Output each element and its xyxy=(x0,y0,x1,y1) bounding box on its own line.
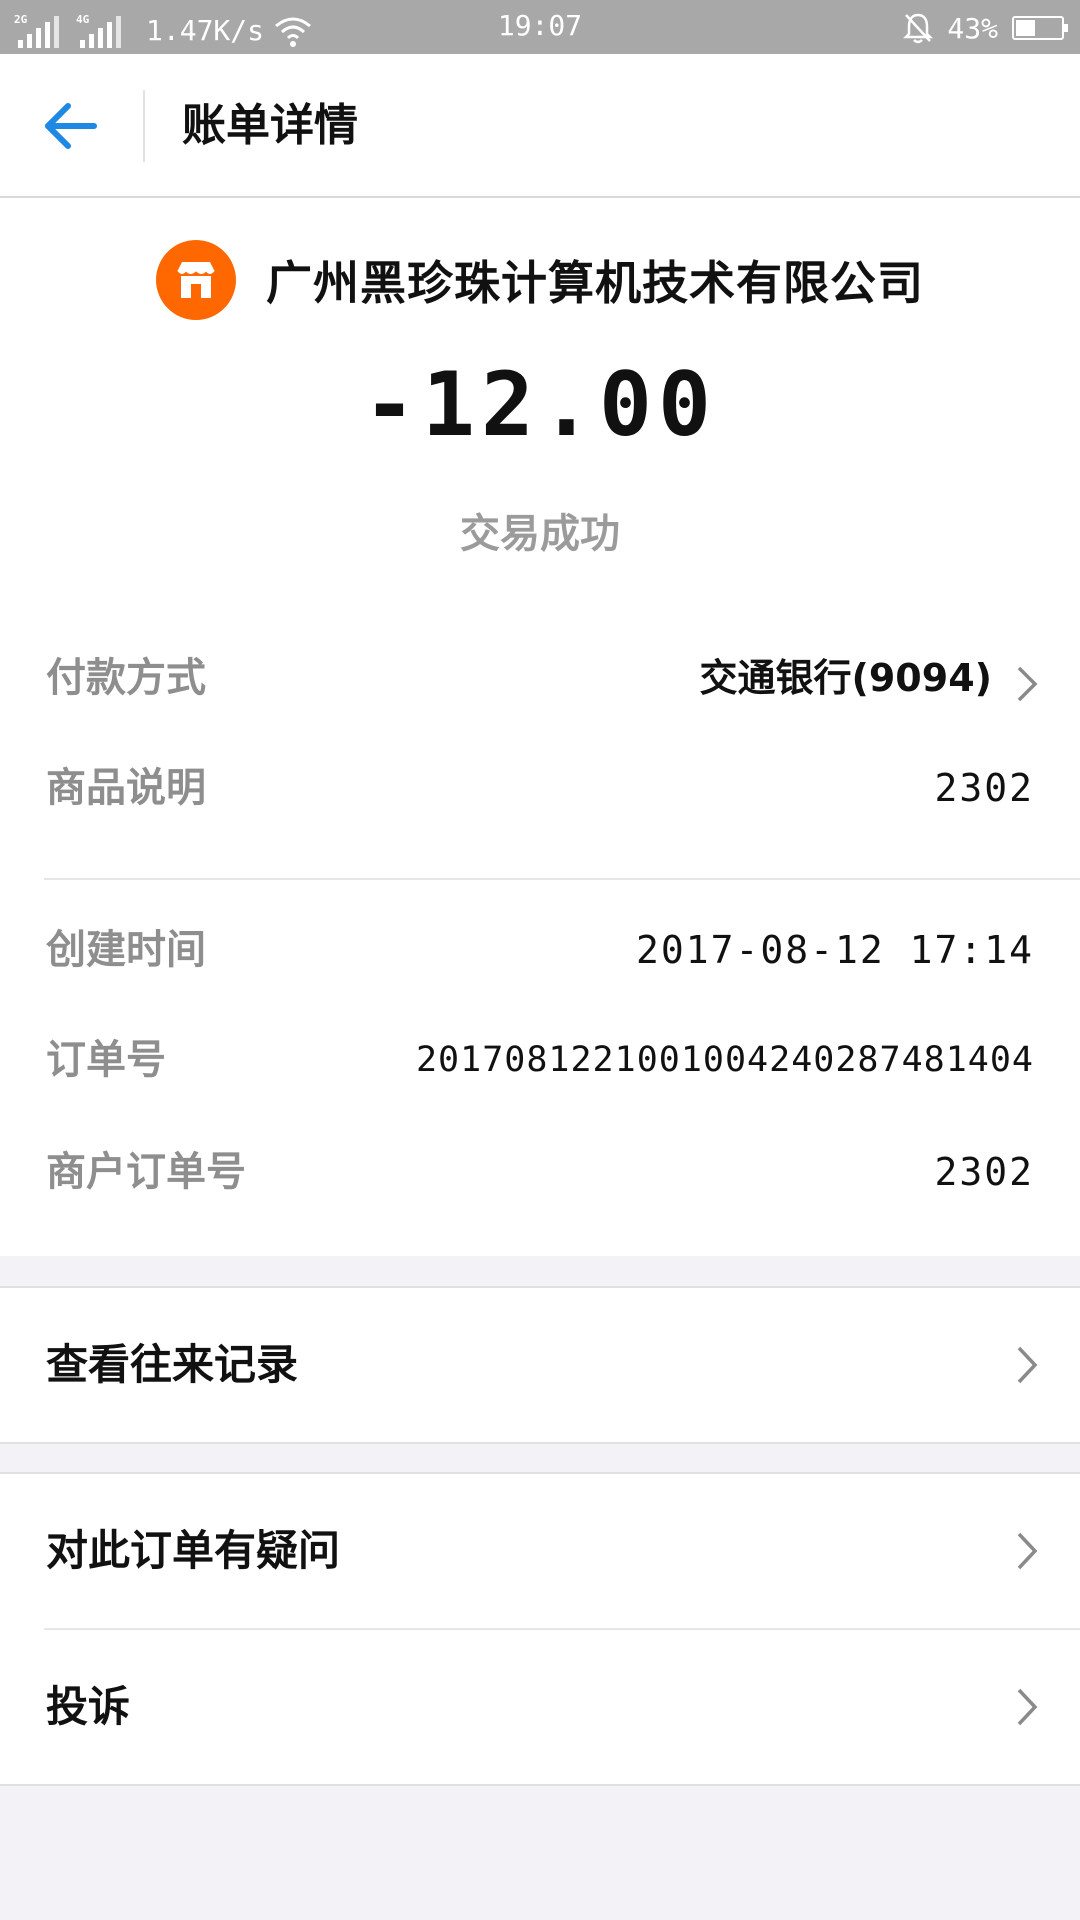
payment-method-row[interactable]: 付款方式 交通银行(9094) xyxy=(0,638,1080,718)
payment-method-value: 交通银行(9094) xyxy=(699,656,993,700)
chevron-right-icon xyxy=(1017,666,1038,702)
header-divider xyxy=(143,90,145,162)
goods-description-label: 商品说明 xyxy=(46,765,206,811)
status-bar: 2G 4G 1.47K/s 19:07 43% xyxy=(0,0,1080,54)
merchant-header: 广州黑珍珠计算机技术有限公司 xyxy=(0,240,1080,320)
goods-description-row: 商品说明 2302 xyxy=(0,748,1080,828)
created-time-row: 创建时间 2017-08-12 17:14 xyxy=(0,910,1080,990)
order-number-label: 订单号 xyxy=(46,1037,166,1083)
support-section: 对此订单有疑问 投诉 xyxy=(0,1472,1080,1786)
view-history-button[interactable]: 查看往来记录 xyxy=(0,1288,1080,1442)
created-time-value: 2017-08-12 17:14 xyxy=(635,928,1034,972)
details-divider xyxy=(44,878,1080,880)
order-number-value: 2017081221001004240287481404 xyxy=(415,1040,1034,1080)
bill-summary: 广州黑珍珠计算机技术有限公司 -12.00 交易成功 付款方式 交通银行(909… xyxy=(0,198,1080,1256)
transaction-amount: -12.00 xyxy=(363,353,717,456)
page-title: 账单详情 xyxy=(182,100,358,151)
view-history-label: 查看往来记录 xyxy=(46,1340,299,1389)
chevron-right-icon xyxy=(1017,1532,1038,1570)
created-time-label: 创建时间 xyxy=(46,927,206,973)
store-icon xyxy=(156,240,236,320)
goods-description-value: 2302 xyxy=(934,766,1034,810)
order-question-label: 对此订单有疑问 xyxy=(46,1526,341,1575)
history-section: 查看往来记录 xyxy=(0,1286,1080,1444)
chevron-right-icon xyxy=(1017,1346,1038,1384)
order-number-row: 订单号 2017081221001004240287481404 xyxy=(0,1020,1080,1100)
transaction-status: 交易成功 xyxy=(460,511,620,557)
complaint-button[interactable]: 投诉 xyxy=(0,1630,1080,1784)
merchant-order-label: 商户订单号 xyxy=(46,1149,246,1195)
merchant-order-row: 商户订单号 2302 xyxy=(0,1132,1080,1212)
merchant-order-value: 2302 xyxy=(934,1150,1034,1194)
bell-off-icon xyxy=(903,13,934,44)
chevron-right-icon xyxy=(1017,1688,1038,1726)
battery-percent: 43% xyxy=(947,11,998,45)
payment-method-label: 付款方式 xyxy=(46,655,206,701)
top-bar: 账单详情 xyxy=(0,54,1080,198)
battery-icon xyxy=(1012,16,1068,40)
order-question-button[interactable]: 对此订单有疑问 xyxy=(0,1474,1080,1628)
complaint-label: 投诉 xyxy=(46,1682,131,1731)
back-arrow-icon[interactable] xyxy=(40,98,100,154)
merchant-name: 广州黑珍珠计算机技术有限公司 xyxy=(266,256,924,310)
